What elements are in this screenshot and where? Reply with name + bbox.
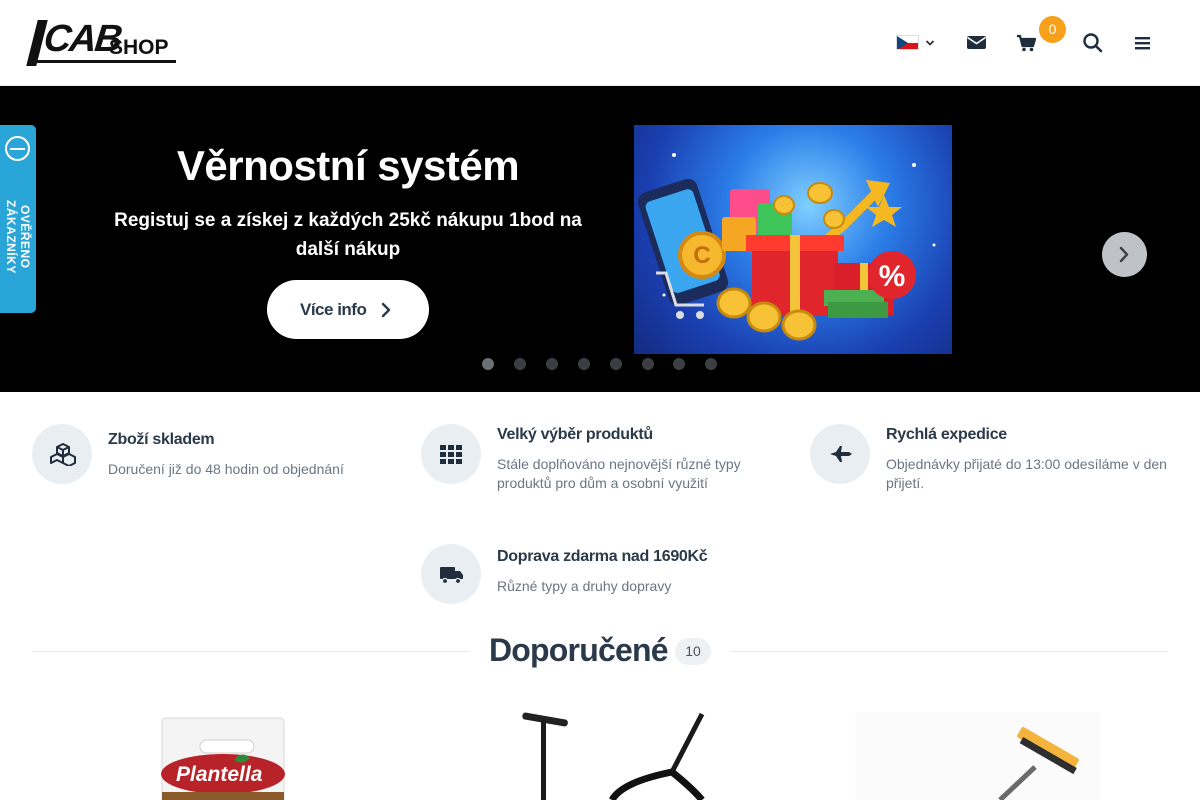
product-image <box>522 712 705 800</box>
slider-dot[interactable] <box>673 358 685 370</box>
boxes-icon <box>50 443 76 466</box>
shopping-cart-icon <box>1017 34 1037 52</box>
slider-dot[interactable] <box>546 358 558 370</box>
menu-button[interactable] <box>1133 30 1157 54</box>
feature-title: Zboží skladem <box>108 431 215 448</box>
product-card[interactable] <box>855 712 1100 800</box>
feature-wide-selection: Velký výběr produktů Stále doplňováno ne… <box>421 424 781 504</box>
site-header: CAB SHOP 0 <box>0 0 1200 86</box>
feature-free-shipping: Doprava zdarma nad 1690Kč Různé typy a d… <box>421 544 781 614</box>
slider-dot[interactable] <box>578 358 590 370</box>
feature-icon-circle <box>421 424 481 484</box>
slide-image[interactable]: C % <box>634 125 952 354</box>
slide-subtitle: Registuj se a získej z každých 25kč náku… <box>114 210 582 260</box>
czech-flag-icon <box>896 35 919 50</box>
chevron-right-icon <box>381 302 391 318</box>
slider-next-button[interactable] <box>1102 232 1147 277</box>
feature-description: Různé typy a druhy dopravy <box>497 578 672 594</box>
email-button[interactable] <box>966 30 990 54</box>
loyalty-illustration: C % <box>637 153 936 341</box>
verified-seal-icon <box>5 136 30 161</box>
more-info-label: Více info <box>300 300 367 319</box>
feature-description: Objednávky přijaté do 13:00 odesíláme v … <box>886 456 1167 491</box>
logo-underline <box>36 60 176 63</box>
slider-dot[interactable] <box>482 358 494 370</box>
search-icon <box>1083 33 1103 53</box>
hamburger-menu-icon <box>1135 37 1150 50</box>
language-selector[interactable] <box>896 34 936 52</box>
more-info-button[interactable]: Více info <box>267 280 429 339</box>
feature-description: Doručení již do 48 hodin od objednání <box>108 461 344 477</box>
hero-slider: Věrnostní systém Registuj se a získej z … <box>0 86 1200 392</box>
envelope-icon <box>967 36 986 49</box>
feature-title: Velký výběr produktů <box>497 426 653 443</box>
search-button[interactable] <box>1082 30 1106 54</box>
logo-text-sub: SHOP <box>109 36 169 59</box>
section-divider <box>732 651 1168 652</box>
slider-dot[interactable] <box>610 358 622 370</box>
cart-button[interactable] <box>1016 30 1040 54</box>
svg-text:%: % <box>879 260 906 293</box>
product-card[interactable] <box>512 712 712 800</box>
feature-fast-dispatch: Rychlá expedice Objednávky přijaté do 13… <box>810 424 1170 504</box>
feature-in-stock: Zboží skladem Doručení již do 48 hodin o… <box>32 424 392 494</box>
svg-text:C: C <box>693 242 710 269</box>
verified-text: OVĚŘENO ZÁKAZNÍKY <box>4 200 32 274</box>
chevron-down-icon <box>925 40 935 46</box>
feature-icon-circle <box>32 424 92 484</box>
section-divider <box>32 651 468 652</box>
feature-title: Rychlá expedice <box>886 426 1007 443</box>
slider-dot[interactable] <box>642 358 654 370</box>
site-logo[interactable]: CAB SHOP <box>26 16 177 70</box>
recommended-count-badge: 10 <box>675 638 711 665</box>
feature-icon-circle <box>421 544 481 604</box>
chevron-right-icon <box>1119 246 1129 263</box>
slide-title: Věrnostní systém <box>176 142 520 189</box>
product-image <box>855 712 1100 800</box>
product-brand-text: Plantella <box>176 763 263 786</box>
verified-by-customers-tab[interactable]: OVĚŘENO ZÁKAZNÍKY <box>0 125 36 313</box>
slider-dot[interactable] <box>705 358 717 370</box>
plane-icon <box>830 446 852 462</box>
recommended-title: Doporučené <box>489 632 669 668</box>
feature-icon-circle <box>810 424 870 484</box>
cart-count-badge: 0 <box>1039 16 1066 43</box>
feature-title: Doprava zdarma nad 1690Kč <box>497 548 708 565</box>
grid-icon <box>440 445 462 464</box>
slider-dot[interactable] <box>514 358 526 370</box>
truck-icon <box>440 567 463 585</box>
product-card[interactable]: Plantella <box>150 712 295 800</box>
feature-description: Stále doplňováno nejnovější různé typy p… <box>497 456 741 491</box>
